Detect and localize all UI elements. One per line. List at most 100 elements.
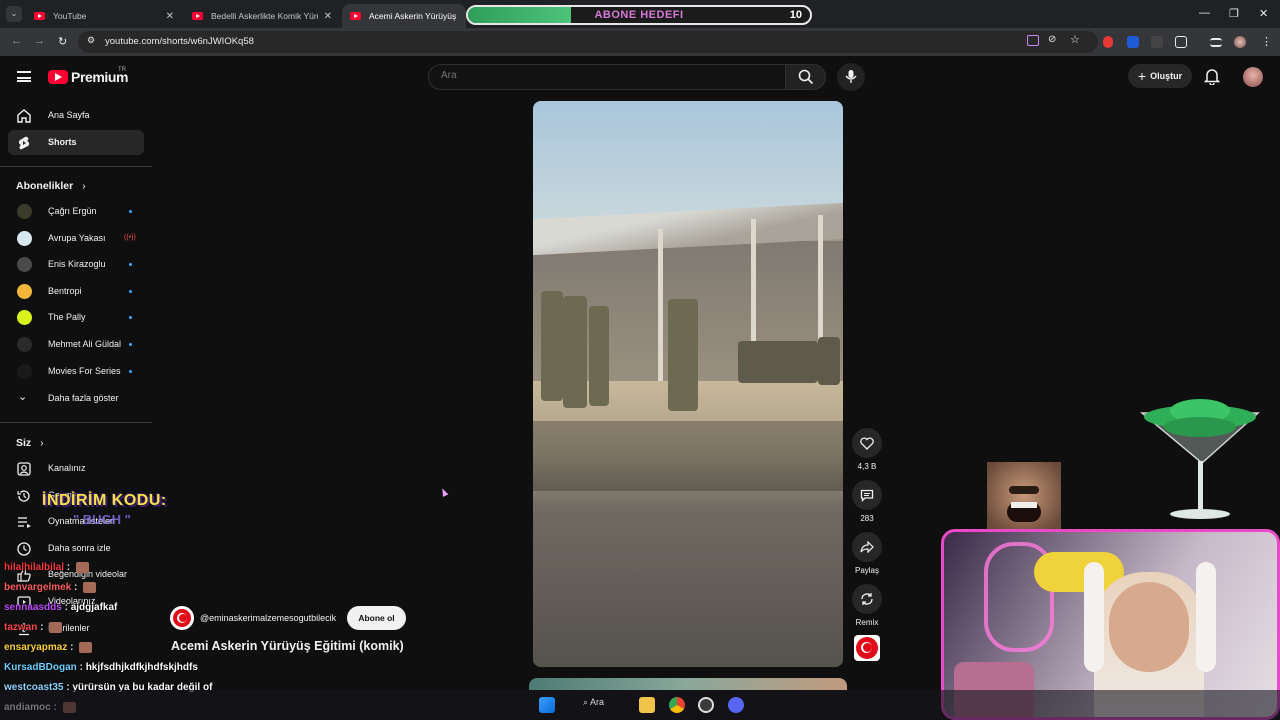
obs-icon[interactable] [698,697,714,713]
sidebar-item-watch-later[interactable]: Daha sonra izle [8,536,144,561]
forward-icon[interactable]: → [34,35,45,47]
channel-thumbnail[interactable] [854,635,880,661]
new-content-dot [129,289,132,293]
notifications-bell-icon[interactable] [1204,67,1220,85]
subscription-label: Bentropi [48,285,82,296]
plus-icon: + [1137,68,1147,84]
search-button[interactable] [786,64,826,90]
like-button[interactable] [852,428,882,458]
video-post [658,229,663,389]
back-icon[interactable]: ← [11,35,22,47]
show-more-label: Daha fazla göster [48,393,119,403]
video-soldier [541,291,563,401]
browser-tab[interactable]: Bedelli Askerlikte Komik Yürüyü ✕ [184,4,340,28]
file-explorer-icon[interactable] [639,697,655,713]
chat-username: sennaasdds [4,602,62,613]
account-avatar[interactable] [1243,67,1263,87]
search-box[interactable] [428,64,786,90]
browser-tab-active[interactable]: Acemi Askerin Yürüyüş Eğiti [342,4,466,28]
browser-menu-icon[interactable]: ⋮ [1261,35,1272,48]
extension-red-icon[interactable] [1103,36,1113,48]
subscription-item[interactable]: Bentropi [8,279,144,304]
address-bar[interactable]: ⚙ youtube.com/shorts/w6nJWIOKq58 ⊘ ☆ [78,31,1098,53]
subscription-item[interactable]: Movies For Series [8,359,144,384]
chat-emote-icon [79,642,93,653]
video-sky [533,101,843,221]
remix-button[interactable] [852,584,882,614]
sidebar-item-home[interactable]: Ana Sayfa [8,103,144,128]
channel-avatar [17,204,32,219]
tab-list-icon[interactable]: ⌄ [6,6,22,22]
subscription-item[interactable]: Avrupa Yakası ((•)) [8,226,144,251]
reload-icon[interactable]: ↻ [58,35,67,48]
chat-separator: : [61,602,71,613]
sidebar-item-label: Daha sonra izle [48,542,111,553]
comment-count: 283 [860,514,874,523]
next-short-preview[interactable] [529,678,847,690]
share-button[interactable] [852,532,882,562]
sidebar-item-channel[interactable]: Kanalınız [8,456,144,481]
browser-toolbar: ← → ↻ ⚙ youtube.com/shorts/w6nJWIOKq58 ⊘… [0,28,1280,56]
url-text: youtube.com/shorts/w6nJWIOKq58 [105,36,254,47]
chevron-right-icon: › [40,437,44,449]
subscription-item[interactable]: Enis Kirazoglu [8,252,144,277]
comments-button[interactable] [852,480,882,510]
discord-icon[interactable] [728,697,744,713]
video-soldier [668,299,698,411]
short-video-player[interactable] [533,101,843,667]
youtube-premium-logo[interactable]: Premium TR [48,67,129,85]
profile-avatar-icon[interactable] [1234,36,1246,48]
channel-avatar[interactable] [170,606,194,630]
show-more-button[interactable]: ⌄ Daha fazla göster [8,386,144,411]
tab-close-icon[interactable]: ✕ [318,11,332,22]
channel-avatar [17,283,32,299]
extension-translate-icon[interactable] [1127,36,1139,48]
sidebar-item-label: Ana Sayfa [48,110,90,120]
extension-dark-icon[interactable] [1151,36,1163,48]
tab-close-icon[interactable]: ✕ [160,11,174,22]
channel-avatar [17,363,32,379]
hide-icon[interactable]: ⊘ [1048,34,1056,45]
restore-icon[interactable]: ❐ [1229,7,1239,20]
windows-start-icon[interactable] [539,697,555,713]
bookmark-star-icon[interactable]: ☆ [1070,33,1080,46]
channel-handle[interactable]: @eminaskerimalzemesogutbilecik [200,613,336,623]
you-header[interactable]: Siz › [16,437,44,449]
tab-title: Bedelli Askerlikte Komik Yürüyü [211,11,318,21]
chat-emote-icon [83,582,97,593]
subscribe-button[interactable]: Abone ol [347,606,406,630]
hamburger-menu-icon[interactable] [17,71,31,82]
sidebar-item-label: Shorts [48,137,77,147]
reading-list-icon[interactable] [1210,38,1222,47]
chat-separator: : [64,562,73,574]
sidebar-item-shorts[interactable]: Shorts [8,130,144,155]
new-content-dot [129,343,132,346]
subscription-item[interactable]: Mehmet Ali Güldal [8,332,144,357]
chat-emote-icon [75,562,89,573]
subscription-item[interactable]: Çağrı Ergün [8,199,144,224]
voice-search-button[interactable] [837,63,865,91]
minimize-icon[interactable]: — [1199,7,1210,19]
like-count: 4,3 B [857,462,877,471]
close-window-icon[interactable]: ✕ [1259,7,1268,20]
cast-icon[interactable] [1027,35,1039,46]
subscription-item[interactable]: The Pally [8,305,144,330]
share-icon [860,541,874,553]
taskbar-search[interactable]: ⌕ Ara [583,697,604,708]
search-input[interactable] [441,70,761,81]
create-button[interactable]: + Oluştur [1128,64,1192,88]
video-soldier [818,337,840,385]
new-content-dot [129,210,132,213]
video-soldier [563,296,587,408]
video-shadow [533,421,843,491]
channel-avatar [17,337,32,352]
browser-tab[interactable]: YouTube ✕ [26,4,182,28]
tab-title: YouTube [53,11,87,21]
chat-username: tazwan [4,622,38,634]
subscriptions-header[interactable]: Abonelikler › [16,180,86,192]
chat-message: hilalhilalbilal : [4,562,89,573]
chrome-icon[interactable] [669,697,685,713]
site-info-icon[interactable]: ⚙ [87,35,95,46]
chat-separator: : [76,662,86,673]
extensions-puzzle-icon[interactable] [1175,36,1187,48]
